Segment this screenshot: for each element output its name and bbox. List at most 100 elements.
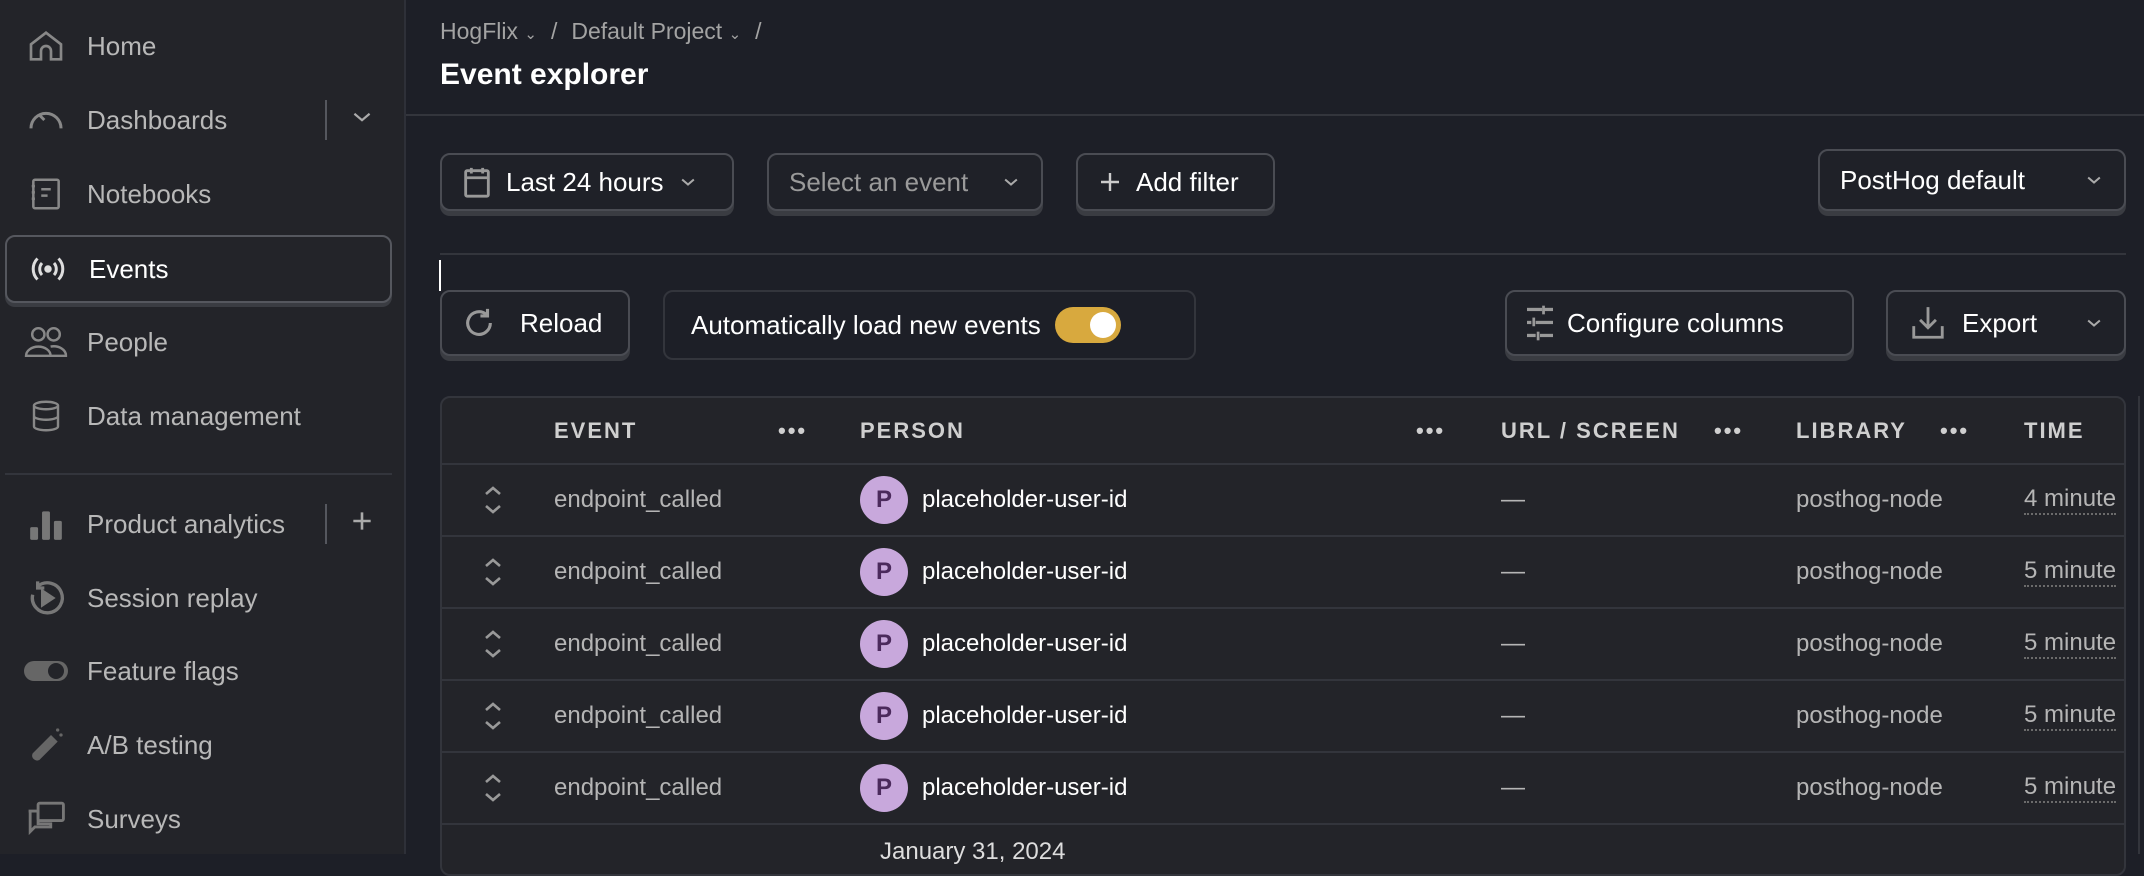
column-menu-icon[interactable]: ••• xyxy=(1714,398,1743,463)
person-cell[interactable]: Pplaceholder-user-id xyxy=(860,609,1127,679)
event-name[interactable]: endpoint_called xyxy=(554,681,722,751)
export-button[interactable]: Export xyxy=(1886,290,2126,356)
event-select[interactable]: Select an event xyxy=(767,153,1043,211)
avatar: P xyxy=(860,548,908,596)
sidebar-item-events[interactable]: Events xyxy=(5,235,392,303)
chevron-down-icon: ⌄ xyxy=(524,26,537,43)
sidebar-item-people[interactable]: People xyxy=(5,308,392,376)
person-name[interactable]: placeholder-user-id xyxy=(922,558,1127,586)
column-header-person[interactable]: PERSON xyxy=(860,398,965,463)
sidebar-item-home[interactable]: Home xyxy=(5,12,392,80)
replay-icon xyxy=(21,578,71,618)
breadcrumb-project[interactable]: Default Project ⌄ xyxy=(571,18,741,45)
page-title: Event explorer xyxy=(440,58,649,91)
home-icon xyxy=(21,26,71,66)
chevron-down-icon xyxy=(678,172,698,192)
avatar: P xyxy=(860,692,908,740)
sidebar-item-notebooks[interactable]: Notebooks xyxy=(5,160,392,228)
sidebar-item-dashboards[interactable]: Dashboards xyxy=(5,86,392,154)
person-cell[interactable]: Pplaceholder-user-id xyxy=(860,753,1127,823)
expand-row-icon[interactable] xyxy=(482,537,504,607)
sidebar-item-surveys[interactable]: Surveys xyxy=(5,785,392,853)
toolbar-divider xyxy=(440,253,2126,255)
event-name[interactable]: endpoint_called xyxy=(554,537,722,607)
library-value: posthog-node xyxy=(1796,702,1943,729)
column-header-library[interactable]: LIBRARY xyxy=(1796,398,1907,463)
url-value: — xyxy=(1501,558,1525,585)
broadcast-icon xyxy=(23,251,73,287)
person-name[interactable]: placeholder-user-id xyxy=(922,630,1127,658)
divider xyxy=(325,504,327,544)
sidebar-item-label: Events xyxy=(89,253,169,284)
table-row[interactable]: endpoint_called Pplaceholder-user-id — p… xyxy=(442,609,2124,681)
sidebar-item-feature-flags[interactable]: Feature flags xyxy=(5,637,392,705)
expand-row-icon[interactable] xyxy=(482,465,504,535)
people-icon xyxy=(21,323,71,361)
event-name[interactable]: endpoint_called xyxy=(554,465,722,535)
time-value: 4 minute xyxy=(2024,485,2117,515)
column-menu-icon[interactable]: ••• xyxy=(778,398,807,463)
sidebar-item-data-management[interactable]: Data management xyxy=(5,382,392,450)
reload-button[interactable]: Reload xyxy=(440,290,630,356)
date-range-select[interactable]: Last 24 hours xyxy=(440,153,734,211)
sidebar-item-label: Session replay xyxy=(87,582,258,613)
breadcrumb: HogFlix ⌄ / Default Project ⌄ / xyxy=(440,18,762,45)
person-name[interactable]: placeholder-user-id xyxy=(922,702,1127,730)
toggle-icon xyxy=(21,659,71,683)
table-row[interactable]: endpoint_called Pplaceholder-user-id — p… xyxy=(442,681,2124,753)
sidebar-item-label: A/B testing xyxy=(87,729,213,760)
sidebar-item-label: Home xyxy=(87,30,157,61)
url-value: — xyxy=(1501,486,1525,513)
sidebar-item-label: Product analytics xyxy=(87,508,285,539)
library-value: posthog-node xyxy=(1796,630,1943,657)
column-header-time[interactable]: TIME xyxy=(2024,398,2085,463)
download-icon xyxy=(1908,304,1948,342)
add-filter-button[interactable]: Add filter xyxy=(1076,153,1275,211)
chevron-down-icon[interactable] xyxy=(349,104,375,130)
sidebar-item-ab-testing[interactable]: A/B testing xyxy=(5,711,392,779)
sidebar: Home Dashboards Notebooks Events People … xyxy=(0,0,406,854)
auto-load-toggle[interactable] xyxy=(1054,307,1121,343)
configure-columns-button[interactable]: Configure columns xyxy=(1505,290,1854,356)
time-value: 5 minute xyxy=(2024,557,2117,587)
person-name[interactable]: placeholder-user-id xyxy=(922,774,1127,802)
plus-icon[interactable] xyxy=(349,508,375,534)
url-value: — xyxy=(1501,702,1525,729)
breadcrumb-separator: / xyxy=(550,18,558,44)
expand-row-icon[interactable] xyxy=(482,753,504,823)
chevron-down-icon: ⌄ xyxy=(728,26,742,43)
avatar: P xyxy=(860,764,908,812)
table-row[interactable]: endpoint_called Pplaceholder-user-id — p… xyxy=(442,465,2124,537)
expand-row-icon[interactable] xyxy=(482,681,504,751)
table-row[interactable]: endpoint_called Pplaceholder-user-id — p… xyxy=(442,537,2124,609)
sidebar-item-label: Dashboards xyxy=(87,104,228,135)
expand-row-icon[interactable] xyxy=(482,609,504,679)
person-cell[interactable]: Pplaceholder-user-id xyxy=(860,465,1127,535)
sidebar-item-session-replay[interactable]: Session replay xyxy=(5,564,392,632)
column-header-event[interactable]: EVENT xyxy=(554,398,637,463)
table-header: EVENT ••• PERSON ••• URL / SCREEN ••• LI… xyxy=(442,398,2124,465)
scrollbar[interactable] xyxy=(2138,396,2140,854)
chevron-down-icon xyxy=(2084,313,2104,333)
table-row[interactable]: endpoint_called Pplaceholder-user-id — p… xyxy=(442,753,2124,825)
column-menu-icon[interactable]: ••• xyxy=(1940,398,1969,463)
event-name[interactable]: endpoint_called xyxy=(554,753,722,823)
time-value: 5 minute xyxy=(2024,701,2117,731)
sidebar-item-label: People xyxy=(87,326,168,357)
auto-load-toggle-container[interactable]: Automatically load new events xyxy=(663,290,1196,360)
person-cell[interactable]: Pplaceholder-user-id xyxy=(860,681,1127,751)
event-name[interactable]: endpoint_called xyxy=(554,609,722,679)
person-cell[interactable]: Pplaceholder-user-id xyxy=(860,537,1127,607)
text-cursor xyxy=(439,260,441,291)
breadcrumb-org[interactable]: HogFlix ⌄ xyxy=(440,18,537,45)
column-menu-icon[interactable]: ••• xyxy=(1416,398,1445,463)
plus-icon xyxy=(1098,170,1122,194)
avatar: P xyxy=(860,620,908,668)
sidebar-item-product-analytics[interactable]: Product analytics xyxy=(5,490,392,558)
column-header-url[interactable]: URL / SCREEN xyxy=(1501,398,1680,463)
sidebar-divider xyxy=(5,473,392,475)
column-preset-select[interactable]: PostHog default xyxy=(1818,149,2126,211)
sidebar-item-label: Feature flags xyxy=(87,655,239,686)
person-name[interactable]: placeholder-user-id xyxy=(922,486,1127,514)
divider xyxy=(325,100,327,140)
